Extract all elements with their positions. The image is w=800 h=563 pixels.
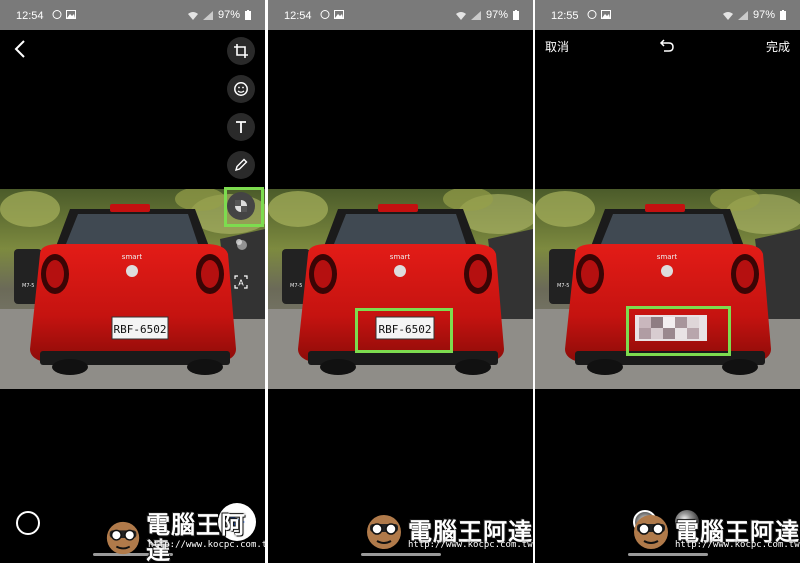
watermark: 電腦王阿達 http://www.kocpc.com.tw <box>364 512 533 552</box>
text-icon <box>236 121 246 133</box>
status-bar: 12:55 97% <box>535 0 800 30</box>
car-badge: smart <box>390 253 411 261</box>
notification-icon <box>587 10 597 19</box>
battery-percent: 97% <box>485 9 508 21</box>
back-arrow-icon[interactable] <box>10 38 32 60</box>
eraser-button[interactable] <box>227 230 255 258</box>
sticker-button[interactable] <box>227 75 255 103</box>
car-badge: smart <box>657 253 678 261</box>
eraser-icon <box>236 239 247 250</box>
crop-button[interactable] <box>227 37 255 65</box>
wifi-icon <box>722 11 733 20</box>
battery-percent: 97% <box>752 9 775 21</box>
watermark-text: 電腦王阿達 <box>146 511 247 563</box>
battery-icon <box>513 10 519 20</box>
text-button[interactable] <box>227 113 255 141</box>
blurred-area-highlight <box>626 306 731 356</box>
wifi-icon <box>455 11 466 20</box>
done-button[interactable]: 完成 <box>766 38 790 55</box>
side-plate: M7-5 <box>290 283 302 289</box>
watermark-url: http://www.kocpc.com.tw <box>148 540 265 550</box>
notification-icons <box>320 10 344 19</box>
undo-icon[interactable] <box>659 37 675 53</box>
plate-selection-highlight <box>355 308 453 353</box>
watermark-face-logo <box>367 515 401 549</box>
side-plate: M7-5 <box>22 283 34 289</box>
crop-icon <box>234 44 248 58</box>
status-time: 12:54 <box>16 10 44 22</box>
battery-percent: 97% <box>217 9 240 21</box>
pen-button[interactable] <box>227 151 255 179</box>
circle-button[interactable] <box>16 511 40 535</box>
status-time: 12:54 <box>284 10 312 22</box>
notification-icon <box>320 10 330 19</box>
car-photo: smart M7-5 <box>535 189 800 389</box>
watermark-face-logo <box>106 521 140 555</box>
status-right: 97% <box>187 9 251 21</box>
signal-icon <box>737 10 748 20</box>
watermark: 電腦王阿達 http://www.kocpc.com.tw <box>104 512 265 563</box>
status-right: 97% <box>455 9 519 21</box>
home-indicator[interactable] <box>627 553 708 556</box>
signal-icon <box>470 10 481 20</box>
blur-tool-highlight <box>224 187 264 227</box>
car-photo-image: smart M7-5 <box>535 189 800 389</box>
battery-icon <box>245 10 251 20</box>
side-plate: M7-5 <box>557 283 569 289</box>
watermark: 電腦王阿達 http://www.kocpc.com.tw <box>631 512 800 552</box>
wifi-icon <box>187 11 198 20</box>
car-badge: smart <box>122 253 143 261</box>
notification-icons <box>587 10 611 19</box>
status-time: 12:55 <box>551 10 579 22</box>
pen-icon <box>234 158 248 172</box>
car-photo-image: smart RBF-6502 M7-5 <box>268 189 533 389</box>
car-photo: smart RBF-6502 M7-5 <box>268 189 533 389</box>
status-bar: 12:54 97% <box>268 0 533 30</box>
battery-icon <box>780 10 786 20</box>
watermark-url: http://www.kocpc.com.tw <box>408 540 533 550</box>
signal-icon <box>202 10 213 20</box>
image-icon <box>601 10 611 19</box>
notification-icons <box>52 10 76 19</box>
editor-panel-select: 12:54 97% smart RBF-6502 M7-5 電腦王阿達 http… <box>268 0 533 563</box>
image-icon <box>66 10 76 19</box>
cancel-button[interactable]: 取消 <box>545 38 569 55</box>
status-right: 97% <box>722 9 786 21</box>
sticker-icon <box>234 82 248 96</box>
editor-panel-tools: 12:54 97% smart RBF-6502 M7-5 A 電腦王阿達 ht… <box>0 0 265 563</box>
notification-icon <box>52 10 62 19</box>
auto-text-button[interactable]: A <box>227 268 255 296</box>
watermark-face-logo <box>634 515 668 549</box>
auto-text-icon: A <box>234 275 248 289</box>
svg-text:A: A <box>238 279 244 288</box>
image-icon <box>334 10 344 19</box>
home-indicator[interactable] <box>360 553 441 556</box>
editor-panel-blurred: 12:55 97% 取消 完成 smart M7-5 電腦王阿達 http://… <box>535 0 800 563</box>
watermark-url: http://www.kocpc.com.tw <box>675 540 800 550</box>
status-bar: 12:54 97% <box>0 0 265 30</box>
license-plate: RBF-6502 <box>114 323 167 336</box>
